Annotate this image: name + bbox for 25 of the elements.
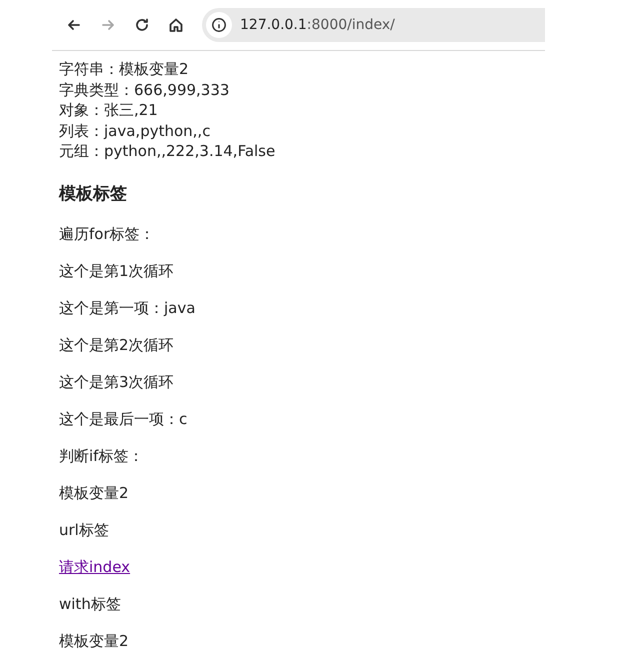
index-link[interactable]: 请求index — [59, 558, 130, 576]
reload-icon — [134, 17, 150, 33]
paragraph-text: 这个是最后一项：c — [59, 408, 188, 430]
address-bar[interactable]: 127.0.0.1:8000/index/ — [202, 8, 545, 42]
info-icon[interactable] — [206, 12, 232, 38]
paragraph-text: 这个是第3次循环 — [59, 372, 175, 392]
variable-line: 字符串：模板变量2 — [59, 59, 190, 80]
back-icon — [66, 17, 82, 33]
paragraph-text: 遍历for标签： — [59, 224, 156, 244]
paragraph-text: 这个是第一项：java — [59, 298, 196, 318]
variable-line: 字典类型：666,999,333 — [59, 80, 230, 100]
home-icon — [168, 17, 184, 33]
paragraph-text: with标签 — [59, 594, 122, 614]
url-text: 127.0.0.1:8000/index/ — [240, 17, 395, 33]
paragraph-text: 模板变量2 — [59, 630, 130, 652]
forward-icon — [100, 17, 116, 33]
paragraph-text: 这个是第1次循环 — [59, 260, 175, 282]
paragraph-text: 这个是第2次循环 — [59, 334, 175, 356]
variable-line: 列表：java,python,,c — [59, 120, 212, 141]
variable-line: 元组：python,,222,3.14,False — [59, 141, 276, 162]
section-heading: 模板标签 — [59, 182, 128, 206]
paragraph-text: 模板变量2 — [59, 482, 130, 504]
variable-line: 对象：张三,21 — [59, 100, 159, 120]
paragraph-text: 判断if标签： — [59, 446, 144, 466]
paragraph-text: url标签 — [59, 520, 110, 540]
